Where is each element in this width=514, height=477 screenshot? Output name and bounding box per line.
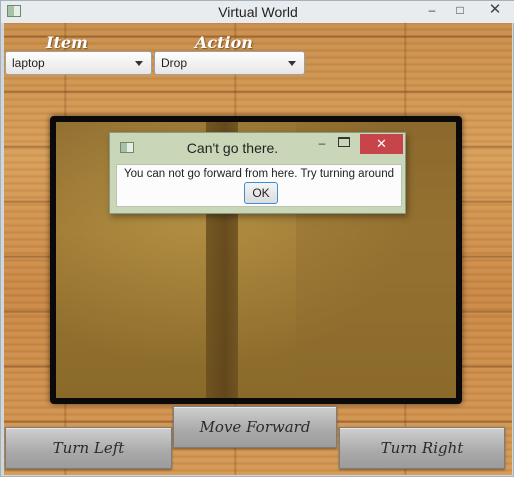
alert-dialog: Can't go there. – ✕ You can not go forwa… <box>109 132 406 214</box>
ok-button[interactable]: OK <box>244 182 278 204</box>
close-button[interactable]: ✕ <box>476 1 514 21</box>
chevron-down-icon <box>135 61 143 66</box>
item-select-value: laptop <box>12 56 45 70</box>
wood-panel: Item Action laptop Drop Turn Left Move F… <box>4 23 512 475</box>
move-forward-button[interactable]: Move Forward <box>173 406 337 448</box>
dialog-body: You can not go forward from here. Try tu… <box>116 164 402 207</box>
item-label: Item <box>46 33 88 52</box>
dialog-title-bar: Can't go there. – ✕ <box>110 133 405 161</box>
minimize-button[interactable]: – <box>421 1 443 21</box>
maximize-button[interactable]: □ <box>449 1 471 21</box>
chevron-down-icon <box>288 61 296 66</box>
dialog-title: Can't go there. <box>186 140 279 156</box>
item-select[interactable]: laptop <box>5 51 152 75</box>
turn-left-button[interactable]: Turn Left <box>5 427 172 469</box>
dialog-minimize-button[interactable]: – <box>313 136 331 150</box>
title-bar: Virtual World – □ ✕ <box>1 1 514 23</box>
turn-right-button[interactable]: Turn Right <box>339 427 505 469</box>
dialog-message: You can not go forward from here. Try tu… <box>124 168 394 180</box>
action-select[interactable]: Drop <box>154 51 305 75</box>
app-window: Virtual World – □ ✕ Item Action laptop D… <box>0 0 514 477</box>
dialog-maximize-button[interactable] <box>338 137 350 147</box>
action-label: Action <box>195 33 253 52</box>
dialog-app-icon <box>120 142 134 153</box>
action-select-value: Drop <box>161 56 188 70</box>
dialog-close-button[interactable]: ✕ <box>360 134 403 154</box>
